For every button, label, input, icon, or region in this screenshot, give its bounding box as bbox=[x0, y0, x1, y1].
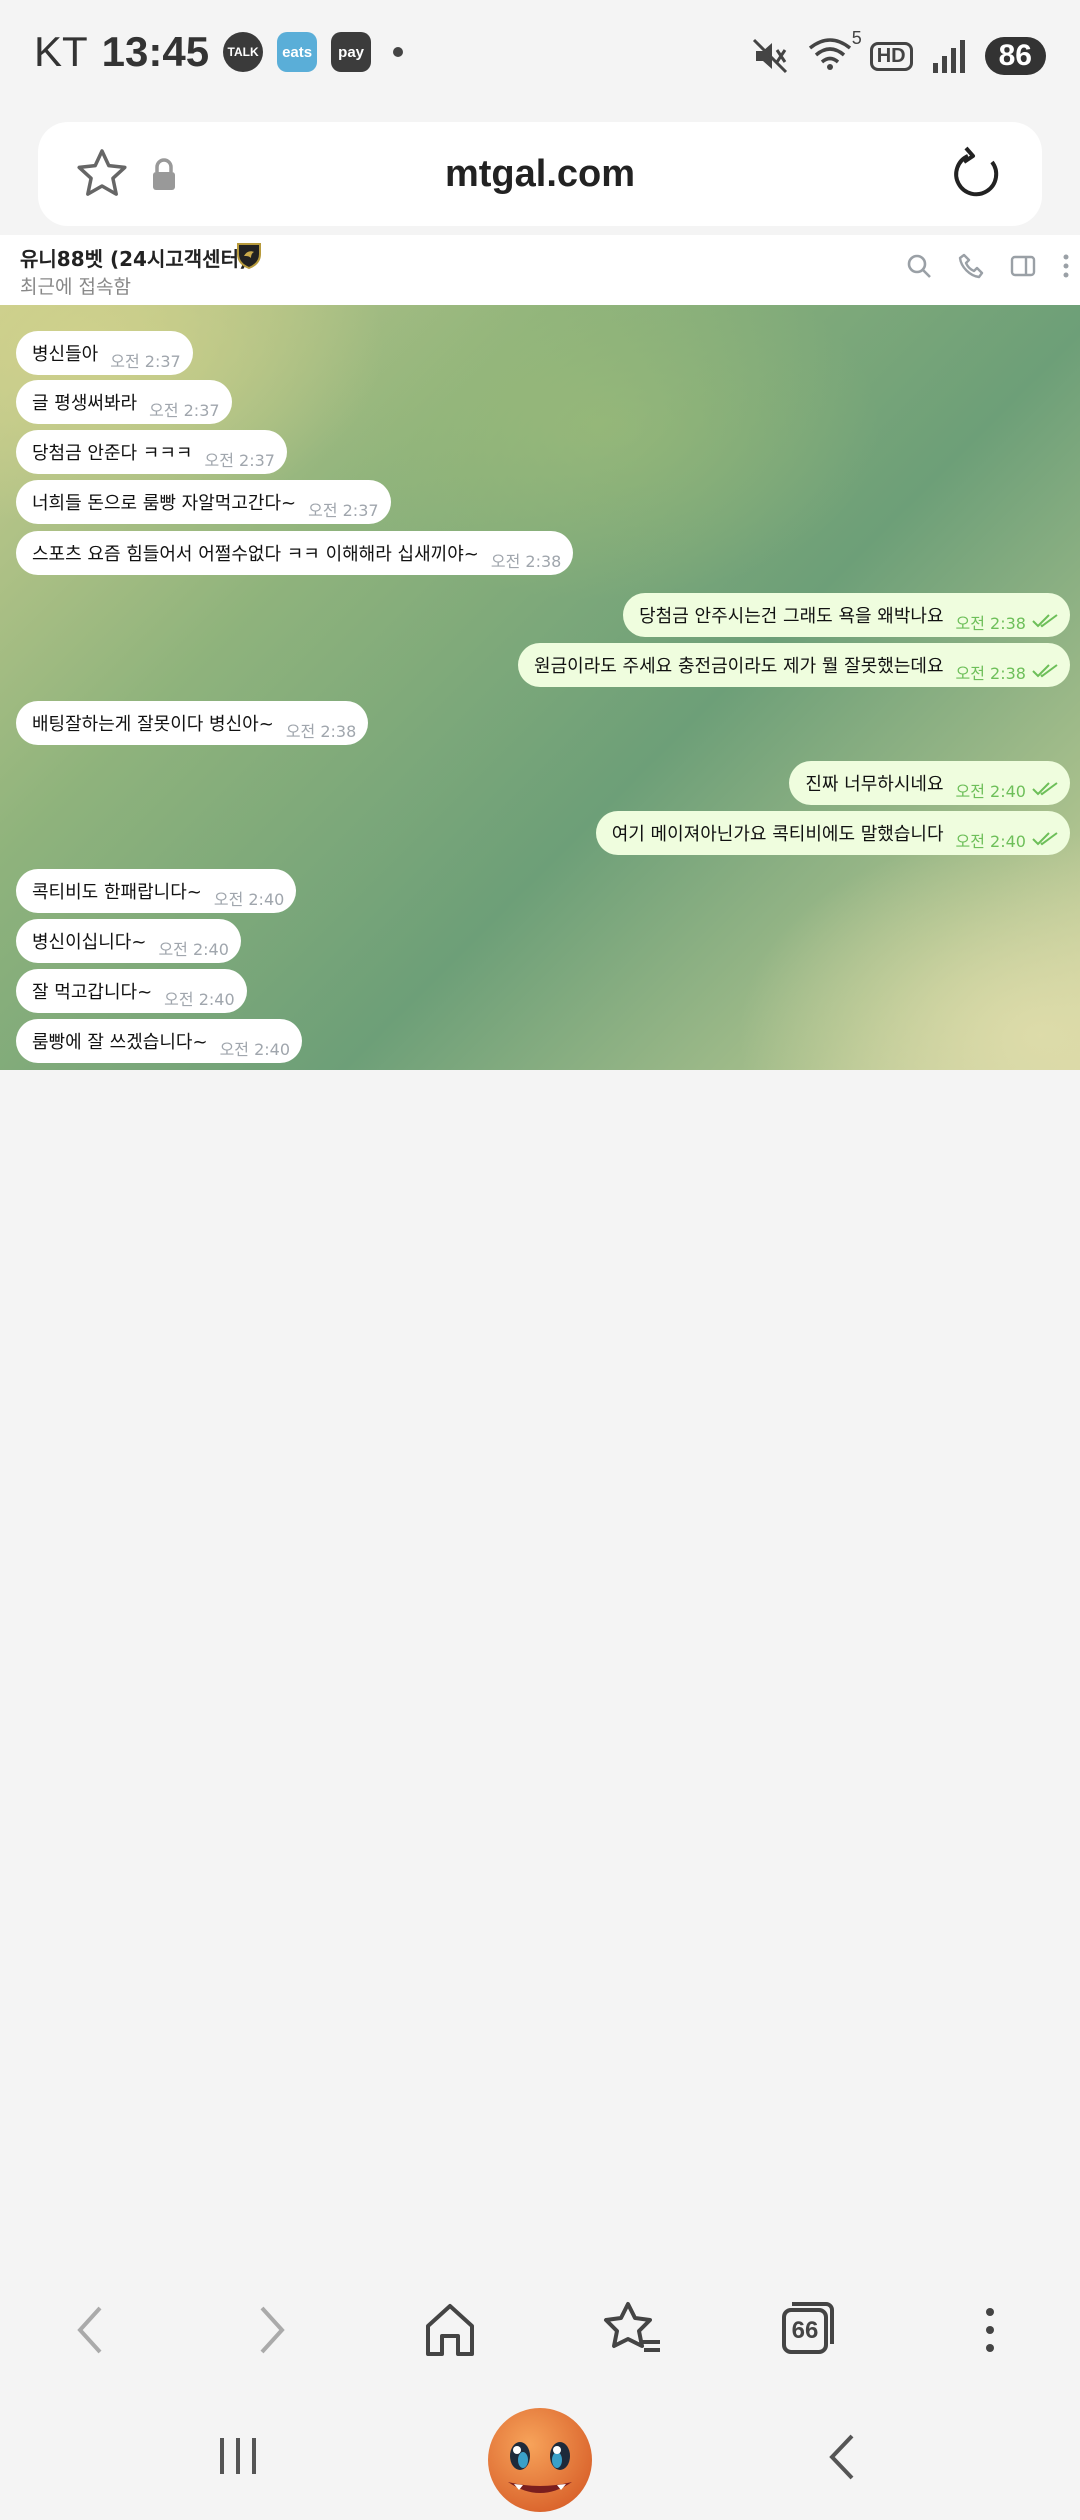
message-text: 스포츠 요즘 힘들어서 어쩔수없다 ㅋㅋ 이해해라 십새끼야~ bbox=[32, 544, 479, 565]
more-notifications-dot bbox=[393, 47, 404, 57]
chat-header: 유니88벳 (24시고객센터) 최근에 접속함 bbox=[0, 235, 1080, 305]
message-time: 오전 2:37 bbox=[204, 451, 275, 470]
carrier-label: KT bbox=[34, 28, 88, 75]
clock: 13:45 bbox=[101, 28, 210, 75]
wifi-icon bbox=[808, 38, 851, 70]
wifi-band-label: 5 bbox=[851, 28, 862, 48]
incoming-message[interactable]: 콕티비도 한패랍니다~ 오전 2:40 bbox=[16, 869, 297, 913]
message-time: 오전 2:40 bbox=[164, 990, 235, 1009]
incoming-message[interactable]: 병신들아 오전 2:37 bbox=[16, 331, 193, 375]
address-bar[interactable]: mtgal.com bbox=[38, 122, 1042, 226]
message-time: 오전 2:40 bbox=[158, 940, 229, 959]
hd-voice-icon: HD bbox=[869, 41, 913, 71]
message-text: 당첨금 안주시는건 그래도 욕을 왜박나요 bbox=[639, 606, 944, 627]
home-button-charmander-icon[interactable] bbox=[486, 2406, 594, 2514]
message-time: 오전 2:40 bbox=[955, 782, 1026, 801]
message-time: 오전 2:38 bbox=[285, 722, 357, 741]
incoming-message[interactable]: 너희들 돈으로 룸빵 자알먹고간다~ 오전 2:37 bbox=[16, 480, 391, 524]
message-text: 당첨금 안준다 ㅋㅋㅋ bbox=[32, 443, 193, 464]
browser-toolbar: 66 bbox=[0, 2270, 1080, 2392]
wifi-indicator: 5 bbox=[808, 28, 862, 76]
message-time: 오전 2:40 bbox=[213, 890, 285, 909]
phone-icon[interactable] bbox=[958, 253, 984, 279]
signal-icon bbox=[932, 40, 965, 73]
message-time: 오전 2:38 bbox=[955, 614, 1026, 633]
message-text: 룸빵에 잘 쓰겠습니다~ bbox=[32, 1032, 208, 1053]
incoming-message[interactable]: 당첨금 안준다 ㅋㅋㅋ 오전 2:37 bbox=[16, 430, 287, 474]
outgoing-message[interactable]: 진짜 너무하시네요 오전 2:40 bbox=[789, 761, 1070, 805]
tab-count: 66 bbox=[791, 2317, 819, 2344]
search-icon[interactable] bbox=[906, 253, 932, 279]
sidebar-toggle-icon[interactable] bbox=[1010, 254, 1036, 278]
message-time: 오전 2:37 bbox=[110, 352, 181, 371]
last-seen-status: 최근에 접속함 bbox=[20, 276, 131, 298]
message-time: 오전 2:40 bbox=[219, 1040, 291, 1059]
url-text[interactable]: mtgal.com bbox=[38, 122, 1042, 226]
message-text: 진짜 너무하시네요 bbox=[805, 774, 944, 795]
status-bar: KT 13:45 TALK eats pay 5 HD 86 bbox=[0, 0, 1080, 120]
lamborghini-shield-icon bbox=[237, 243, 261, 270]
message-time: 오전 2:40 bbox=[955, 832, 1026, 851]
back-arrow-icon[interactable] bbox=[70, 2300, 110, 2360]
read-receipt-icon bbox=[1032, 832, 1058, 846]
read-receipt-icon bbox=[1032, 782, 1058, 796]
outgoing-message[interactable]: 여기 메이져아닌가요 콕티비에도 말했습니다 오전 2:40 bbox=[595, 811, 1070, 855]
incoming-message[interactable]: 스포츠 요즘 힘들어서 어쩔수없다 ㅋㅋ 이해해라 십새끼야~ 오전 2:38 bbox=[16, 531, 574, 575]
message-text: 여기 메이져아닌가요 콕티비에도 말했습니다 bbox=[611, 824, 944, 845]
battery-indicator: 86 bbox=[984, 37, 1046, 75]
message-text: 원금이라도 주세요 충전금이라도 제가 뭘 잘못했는데요 bbox=[534, 656, 944, 677]
message-time: 오전 2:38 bbox=[955, 664, 1026, 683]
message-text: 잘 먹고갑니다~ bbox=[32, 982, 153, 1003]
outgoing-message[interactable]: 원금이라도 주세요 충전금이라도 제가 뭘 잘못했는데요 오전 2:38 bbox=[518, 643, 1070, 687]
outgoing-message[interactable]: 당첨금 안주시는건 그래도 욕을 왜박나요 오전 2:38 bbox=[623, 593, 1070, 637]
bookmarks-icon[interactable] bbox=[600, 2300, 664, 2360]
message-text: 너희들 돈으로 룸빵 자알먹고간다~ bbox=[32, 493, 297, 514]
home-icon[interactable] bbox=[422, 2300, 478, 2360]
message-time: 오전 2:37 bbox=[308, 501, 379, 520]
system-navigation-bar bbox=[0, 2392, 1080, 2520]
message-text: 병신이십니다~ bbox=[32, 932, 147, 953]
message-text: 글 평생써봐라 bbox=[32, 393, 138, 414]
chat-title[interactable]: 유니88벳 (24시고객센터) bbox=[20, 243, 248, 272]
incoming-message[interactable]: 병신이십니다~ 오전 2:40 bbox=[16, 919, 241, 963]
forward-arrow-icon[interactable] bbox=[252, 2300, 292, 2360]
reload-icon[interactable] bbox=[948, 144, 1006, 204]
read-receipt-icon bbox=[1032, 614, 1058, 628]
incoming-message[interactable]: 글 평생써봐라 오전 2:37 bbox=[16, 380, 232, 424]
recent-apps-icon[interactable] bbox=[216, 2434, 260, 2478]
tabs-button[interactable]: 66 bbox=[780, 2300, 836, 2356]
pay-notification-icon: pay bbox=[331, 32, 372, 72]
mute-icon bbox=[752, 38, 787, 74]
more-menu-icon[interactable] bbox=[1062, 253, 1070, 279]
chat-message-area[interactable]: 병신들아 오전 2:37 글 평생써봐라 오전 2:37 당첨금 안준다 ㅋㅋㅋ… bbox=[0, 305, 1080, 1070]
back-nav-icon[interactable] bbox=[822, 2432, 862, 2482]
message-text: 콕티비도 한패랍니다~ bbox=[32, 882, 202, 903]
message-time: 오전 2:37 bbox=[149, 401, 220, 420]
message-time: 오전 2:38 bbox=[490, 552, 562, 571]
message-text: 병신들아 bbox=[32, 344, 99, 365]
incoming-message[interactable]: 배팅잘하는게 잘못이다 병신아~ 오전 2:38 bbox=[16, 701, 369, 745]
read-receipt-icon bbox=[1032, 664, 1058, 678]
overflow-menu-icon[interactable] bbox=[980, 2300, 1000, 2360]
message-text: 배팅잘하는게 잘못이다 병신아~ bbox=[32, 714, 274, 735]
incoming-message[interactable]: 잘 먹고갑니다~ 오전 2:40 bbox=[16, 969, 247, 1013]
incoming-message[interactable]: 룸빵에 잘 쓰겠습니다~ 오전 2:40 bbox=[16, 1019, 303, 1063]
eats-notification-icon: eats bbox=[277, 32, 318, 72]
kakaotalk-notification-icon: TALK bbox=[223, 32, 264, 72]
